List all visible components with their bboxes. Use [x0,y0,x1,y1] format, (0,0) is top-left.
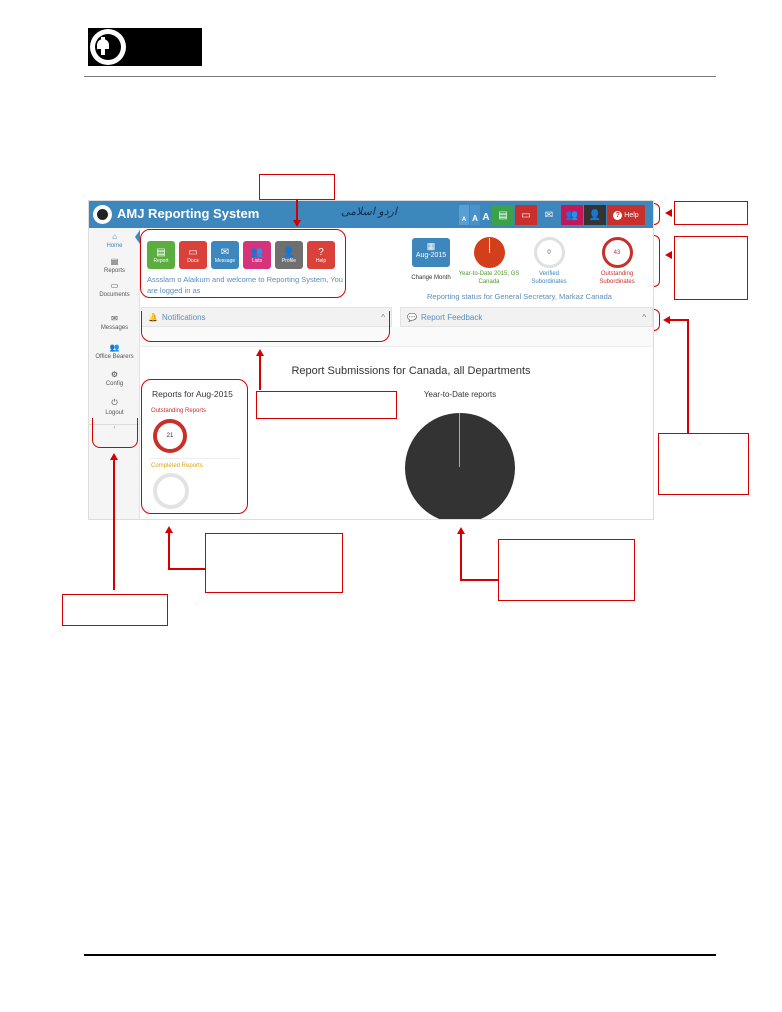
collapse-icon[interactable]: ^ [642,313,646,322]
sidebar-item-logout[interactable]: ⏻ Logout [89,398,140,416]
app-title: AMJ Reporting System [117,206,260,221]
footer-rule [84,954,716,956]
sidebar-item-messages[interactable]: ✉ Messages [89,314,140,331]
callout-line [460,579,498,581]
help-button[interactable]: ? Help [607,205,645,225]
reports-icon: ▤ [110,257,119,266]
sidebar-item-documents[interactable]: ▭ Documents [89,281,140,298]
outstanding-stat[interactable]: 43 Outstanding Subordinates [586,237,648,286]
callout-outline-sidebar [92,418,138,448]
font-large-button[interactable]: A [481,205,491,225]
calligraphy-banner: اردو اسلامی [341,205,397,218]
callout-arrow [457,527,465,534]
callout-box-toolbar [674,201,748,225]
callout-box-sidebar [62,594,168,626]
sidebar-item-office-bearers[interactable]: 👥 Office Bearers [89,343,140,360]
docs-icon[interactable]: ▭ [515,205,537,225]
verified-count: 0 [533,237,565,268]
sidebar-item-config[interactable]: ⚙ Config [89,370,140,387]
ytd-reports-title: Year-to-Date reports [423,390,497,399]
month-button[interactable]: ▦ Aug-2015 [412,238,450,267]
outstanding-label: Outstanding Subordinates [599,271,635,285]
verified-label: Verified Subordinates [531,271,567,285]
callout-brace [654,235,660,287]
minaret-icon [90,29,126,65]
report-icon[interactable]: ▤ [492,205,514,225]
folder-icon: ▭ [110,281,119,290]
callout-box-reports [205,533,343,593]
callout-arrow [665,209,672,217]
callout-line [168,533,170,569]
feedback-panel-header[interactable]: 💬 Report Feedback ^ [400,307,653,327]
toolbar: A A A ▤ ▭ ✉ 👥 👤 ? Help [459,205,645,225]
verified-stat[interactable]: 0 Verified Subordinates [525,237,573,286]
home-icon: ⌂ [112,232,117,241]
ytd-pie-chart [405,413,515,519]
reporting-status: Reporting status for General Secretary, … [427,292,612,301]
callout-outline-notifications [141,311,390,342]
callout-line [460,534,462,580]
callout-box-feedback [658,433,749,495]
document-page: AMJ Reporting System اردو اسلامی A A A ▤… [0,0,782,1012]
callout-box-top [259,174,335,200]
callout-line [259,356,261,390]
outstanding-count: 43 [601,237,633,268]
month-label: Aug-2015 [415,252,447,259]
calendar-icon: ▦ [426,241,436,251]
callout-line [168,568,205,570]
comment-icon: 💬 [407,312,417,322]
font-small-button[interactable]: A [459,205,469,225]
ytd-chart [473,237,505,268]
callout-box-notifications [256,391,397,419]
message-icon[interactable]: ✉ [538,205,560,225]
ytd-stat-label: Year-to-Date 2015, GS Canada [458,271,520,285]
callout-line [113,460,115,590]
callout-arrow [665,251,672,259]
callout-brace [654,309,660,331]
font-medium-button[interactable]: A [470,205,480,225]
sidebar-item-reports[interactable]: ▤ Reports [89,257,140,274]
power-icon: ⏻ [111,398,118,407]
callout-outline-tiles [140,229,346,298]
header-rule [84,76,716,77]
callout-line [668,319,688,321]
feedback-title: Report Feedback [420,312,483,322]
lists-icon[interactable]: 👥 [561,205,583,225]
top-navbar: AMJ Reporting System اردو اسلامی A A A ▤… [89,201,653,228]
callout-line [687,319,689,433]
callout-arrow [663,316,670,324]
callout-arrow [110,453,118,460]
help-icon: ? [613,210,623,220]
callout-box-status [674,236,748,300]
gear-icon: ⚙ [110,370,119,379]
sidebar-item-home[interactable]: ⌂ Home [89,232,140,249]
ytd-stat[interactable]: Year-to-Date 2015, GS Canada [457,237,521,286]
callout-arrow [256,349,264,356]
callout-box-pie [498,539,635,601]
envelope-icon: ✉ [111,314,118,323]
app-logo-icon [93,205,112,224]
users-icon: 👥 [109,343,120,352]
callout-brace [654,203,660,225]
callout-arrow [165,526,173,533]
sidebar: ⌂ Home ▤ Reports ▭ Documents ✉ Messages … [89,228,140,519]
callout-arrow [293,220,301,227]
callout-outline-reports [141,379,248,514]
help-label: Help [624,211,639,219]
submissions-title: Report Submissions for Canada, all Depar… [291,365,531,377]
callout-line [296,200,298,222]
change-month-label[interactable]: Change Month [411,274,451,282]
profile-icon[interactable]: 👤 [584,205,606,225]
document-logo [88,28,202,66]
